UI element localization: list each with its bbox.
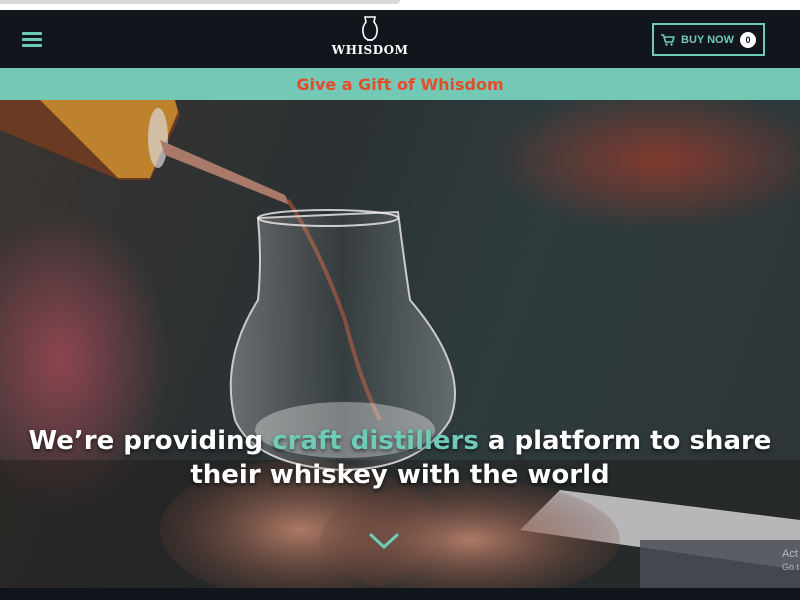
watermark-line1: Act bbox=[782, 548, 798, 560]
navbar: WHISDOM BUY NOW 0 bbox=[0, 10, 800, 68]
scroll-indicator bbox=[0, 0, 400, 4]
glencairn-glass-icon bbox=[362, 16, 378, 41]
scroll-down-chevron-icon[interactable] bbox=[367, 530, 401, 552]
hero-headline: We’re providing craft distillers a platf… bbox=[10, 424, 790, 492]
shopping-cart-icon bbox=[661, 33, 675, 46]
promo-bar: Give a Gift of Whisdom bbox=[0, 68, 800, 100]
browser-top-strip bbox=[0, 0, 800, 10]
hero-section bbox=[0, 100, 800, 588]
activate-windows-watermark: Act Go t bbox=[782, 547, 800, 577]
watermark-line2: Go t bbox=[782, 562, 800, 572]
headline-text-start: We’re providing bbox=[28, 426, 273, 456]
logo-text: WHISDOM bbox=[331, 43, 409, 57]
buy-now-label: BUY NOW bbox=[681, 33, 734, 46]
hamburger-menu-icon[interactable] bbox=[22, 30, 42, 48]
buy-now-button[interactable]: BUY NOW 0 bbox=[652, 23, 765, 56]
headline-accent-craft-distillers: craft distillers bbox=[272, 426, 479, 456]
hero-background-image bbox=[0, 100, 800, 588]
gift-promo-link[interactable]: Give a Gift of Whisdom bbox=[296, 75, 503, 94]
next-section-strip bbox=[0, 588, 800, 600]
cart-count-badge: 0 bbox=[739, 31, 756, 48]
logo[interactable]: WHISDOM bbox=[330, 16, 410, 64]
